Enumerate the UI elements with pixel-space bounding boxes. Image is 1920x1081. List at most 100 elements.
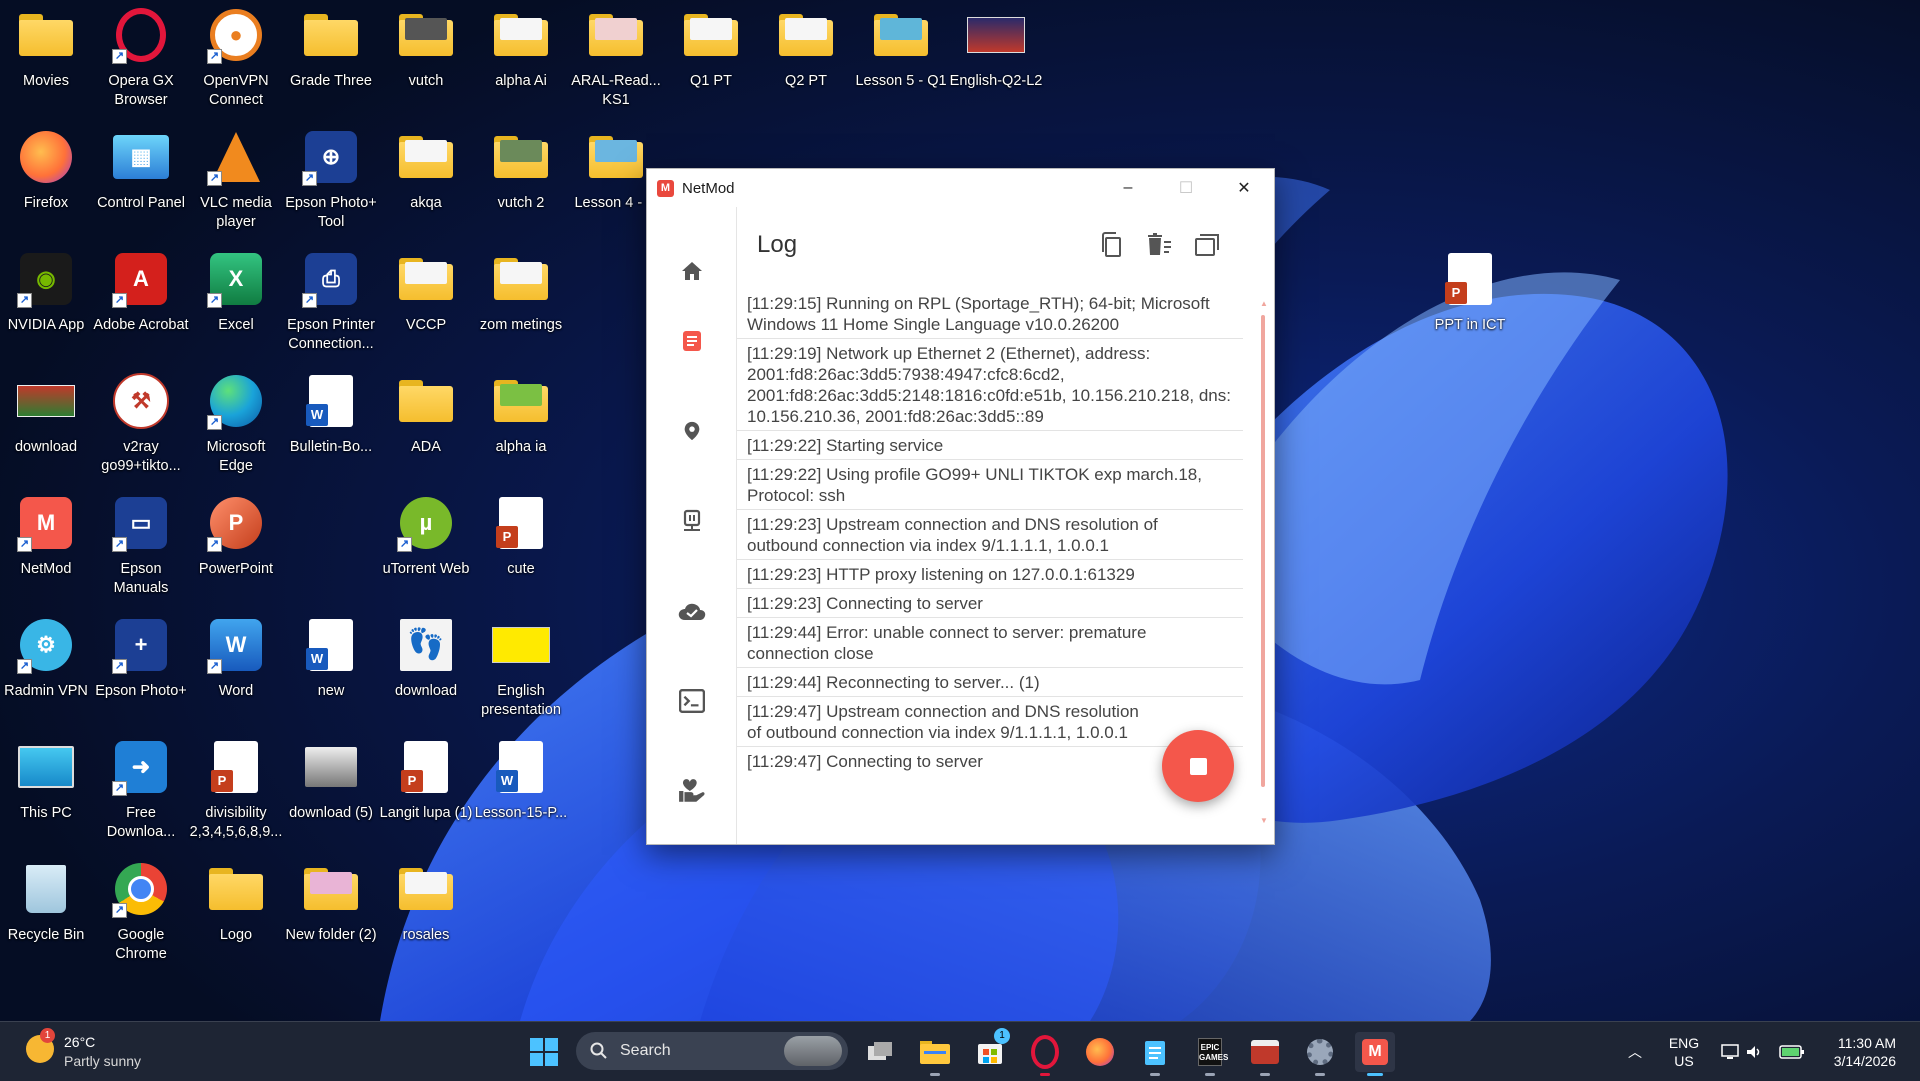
nav-terminal[interactable]	[647, 681, 736, 721]
desktop-icon-netmod[interactable]: M ↗ NetMod	[0, 488, 92, 606]
desktop-icon-radmin-vpn[interactable]: ⚙ ↗ Radmin VPN	[0, 610, 92, 728]
scrollbar-thumb[interactable]	[1261, 315, 1265, 787]
weather-widget[interactable]: 1 26°C Partly sunny	[26, 1028, 186, 1072]
terminal-icon	[678, 689, 705, 713]
start-button[interactable]	[524, 1032, 564, 1072]
desktop-icon-firefox[interactable]: Firefox	[0, 122, 92, 240]
desktop-icon-microsoft-edge[interactable]: ↗ Microsoft Edge	[190, 366, 282, 484]
nav-home[interactable]	[647, 251, 736, 291]
desktop-icon-openvpn[interactable]: ● ↗ OpenVPN Connect	[190, 0, 282, 118]
desktop-icon-ada[interactable]: ADA	[380, 366, 472, 484]
opera-gx-taskbar-button[interactable]	[1025, 1032, 1065, 1076]
popout-log-button[interactable]	[1189, 227, 1225, 263]
scroll-up-arrow-icon[interactable]: ▲	[1260, 299, 1268, 308]
desktop-icon-q2-pt[interactable]: Q2 PT	[760, 0, 852, 118]
taskbar-search[interactable]: Search	[576, 1032, 848, 1070]
stop-connection-button[interactable]	[1162, 730, 1234, 802]
settings-taskbar-button[interactable]	[1300, 1032, 1340, 1076]
log-list[interactable]: [11:29:15] Running on RPL (Sportage_RTH)…	[737, 289, 1243, 819]
file-explorer-button[interactable]	[915, 1032, 955, 1076]
scroll-down-arrow-icon[interactable]: ▼	[1260, 816, 1268, 825]
desktop-icon-vlc[interactable]: ↗ VLC media player	[190, 122, 282, 240]
show-hidden-icons-button[interactable]: ︿	[1615, 1032, 1655, 1072]
page-title: Log	[757, 231, 798, 258]
nav-donate[interactable]	[647, 771, 736, 811]
desktop-icon-alpha-ia[interactable]: alpha ia	[475, 366, 567, 484]
desktop-icon-download[interactable]: download	[0, 366, 92, 484]
desktop-icon-control-panel[interactable]: ▦ Control Panel	[95, 122, 187, 240]
desktop-icon-grade-three[interactable]: Grade Three	[285, 0, 377, 118]
desktop-icon-label: Langit lupa (1)	[379, 805, 473, 821]
desktop-icon-download-2[interactable]: 👣 download	[380, 610, 472, 728]
desktop-icon-adobe-acrobat[interactable]: A ↗ Adobe Acrobat	[93, 244, 189, 362]
desktop-icon-free-download[interactable]: ➜ ↗ Free Downloa...	[95, 732, 187, 850]
desktop-icon-excel[interactable]: X ↗ Excel	[190, 244, 282, 362]
log-entry: [11:29:23] HTTP proxy listening on 127.0…	[737, 559, 1243, 588]
pptx-file-icon: P	[397, 738, 455, 796]
desktop-icon-english-q2[interactable]: English-Q2-L2	[950, 0, 1042, 118]
nav-cloud[interactable]	[647, 591, 736, 631]
maximize-button[interactable]: ☐	[1157, 169, 1215, 207]
desktop-icon-divisibility[interactable]: P divisibility 2,3,4,5,6,8,9...	[190, 732, 282, 850]
desktop-icon-movies[interactable]: Movies	[0, 0, 92, 118]
desktop-icon-google-chrome[interactable]: ↗ Google Chrome	[95, 854, 187, 972]
desktop-icon-rosales[interactable]: rosales	[380, 854, 472, 972]
snipping-tool-taskbar-button[interactable]	[1245, 1032, 1285, 1076]
desktop-icon-nvidia[interactable]: ◉ ↗ NVIDIA App	[0, 244, 92, 362]
desktop-icon-epson-printer[interactable]: ⎙ ↗ Epson Printer Connection...	[285, 244, 377, 362]
desktop-icon-q1-pt[interactable]: Q1 PT	[665, 0, 757, 118]
desktop-icon-label: download	[14, 439, 78, 455]
folder-icon	[587, 6, 645, 64]
desktop-icon-new-folder-2[interactable]: New folder (2)	[285, 854, 377, 972]
minimize-button[interactable]: –	[1099, 169, 1157, 207]
nav-log[interactable]	[647, 321, 736, 361]
desktop-icon-langit-lupa[interactable]: P Langit lupa (1)	[380, 732, 472, 850]
desktop-icon-logo[interactable]: Logo	[190, 854, 282, 972]
desktop-icon-v2ray[interactable]: ⚒ v2ray go99+tikto...	[95, 366, 187, 484]
system-tray-status[interactable]	[1712, 1032, 1772, 1072]
microsoft-store-button[interactable]: 1	[970, 1028, 1010, 1072]
desktop-icon-recycle-bin[interactable]: Recycle Bin	[0, 854, 92, 972]
desktop-icon-ppt-in-ict[interactable]: P PPT in ICT	[1424, 244, 1516, 362]
desktop-icon-cute[interactable]: P cute	[475, 488, 567, 606]
desktop-icon-label: Opera GX Browser	[108, 73, 174, 108]
desktop-icon-alpha-ai[interactable]: alpha Ai	[475, 0, 567, 118]
desktop-icon-zom-metings[interactable]: zom metings	[475, 244, 567, 362]
desktop-icon-download-5[interactable]: download (5)	[285, 732, 377, 850]
desktop-icon-lesson-15[interactable]: W Lesson-15-P...	[475, 732, 567, 850]
desktop-icon-aral-read[interactable]: ARAL-Read... KS1	[570, 0, 662, 118]
netmod-taskbar-button[interactable]: M	[1355, 1032, 1395, 1076]
desktop-icon-epson-photo-tool[interactable]: ⊕ ↗ Epson Photo+ Tool	[285, 122, 377, 240]
taskbar-clock[interactable]: 11:30 AM 3/14/2026	[1822, 1034, 1896, 1070]
desktop-icon-this-pc[interactable]: This PC	[0, 732, 92, 850]
desktop-icon-utorrent[interactable]: µ ↗ uTorrent Web	[380, 488, 472, 606]
desktop-icon-vccp[interactable]: VCCP	[380, 244, 472, 362]
desktop-icon-bulletin-board[interactable]: W Bulletin-Bo...	[285, 366, 377, 484]
epic-games-taskbar-button[interactable]: EPIC GAMES	[1190, 1032, 1230, 1076]
desktop-icon-akqa[interactable]: akqa	[380, 122, 472, 240]
log-scrollbar[interactable]: ▲ ▼	[1260, 299, 1268, 825]
desktop-icon-vutch[interactable]: vutch	[380, 0, 472, 118]
nav-servers[interactable]	[647, 501, 736, 541]
desktop-icon-epson-photo[interactable]: + ↗ Epson Photo+	[95, 610, 187, 728]
search-icon	[590, 1042, 607, 1059]
desktop-icon-new[interactable]: W new	[285, 610, 377, 728]
clear-log-button[interactable]	[1141, 227, 1177, 263]
desktop-icon-opera-gx[interactable]: ↗ Opera GX Browser	[95, 0, 187, 118]
desktop-icon-epson-manuals[interactable]: ▭ ↗ Epson Manuals	[95, 488, 187, 606]
desktop-icon-vutch-2[interactable]: vutch 2	[475, 122, 567, 240]
desktop-icon-english-presentation[interactable]: English presentation	[475, 610, 567, 728]
desktop-icon-label: alpha Ai	[495, 73, 547, 89]
battery-status[interactable]	[1772, 1032, 1812, 1072]
window-titlebar[interactable]: M NetMod – ☐ ✕	[647, 169, 1274, 207]
nav-location[interactable]	[647, 411, 736, 451]
input-language[interactable]: ENG US	[1664, 1034, 1704, 1070]
desktop-icon-lesson-5[interactable]: Lesson 5 - Q1	[855, 0, 947, 118]
task-view-button[interactable]	[860, 1032, 900, 1072]
notepad-taskbar-button[interactable]	[1135, 1032, 1175, 1076]
close-button[interactable]: ✕	[1215, 169, 1273, 207]
desktop-icon-word[interactable]: W ↗ Word	[190, 610, 282, 728]
copy-log-button[interactable]	[1093, 227, 1129, 263]
desktop-icon-powerpoint[interactable]: P ↗ PowerPoint	[190, 488, 282, 606]
firefox-taskbar-button[interactable]	[1080, 1032, 1120, 1072]
